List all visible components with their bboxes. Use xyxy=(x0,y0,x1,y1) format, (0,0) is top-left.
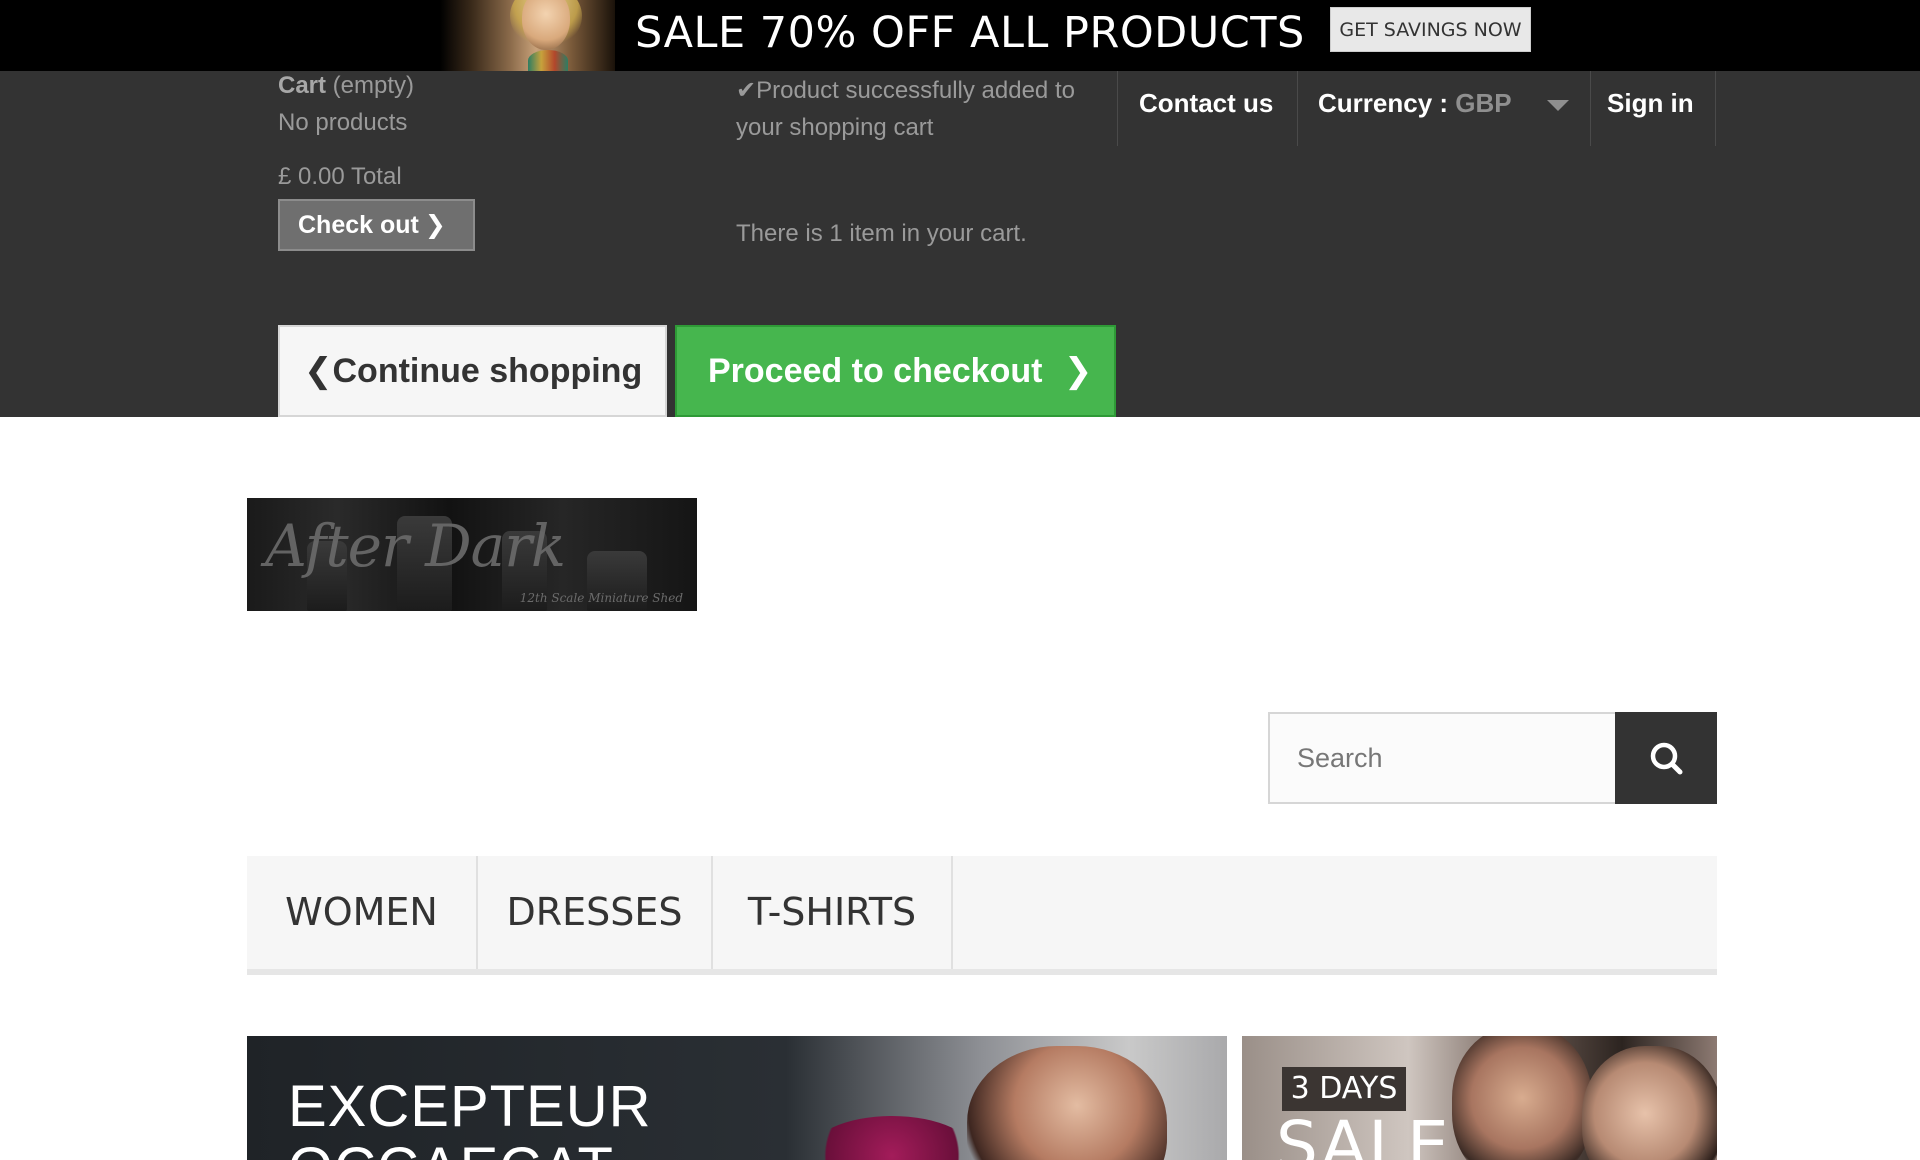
days-badge: 3 DAYS xyxy=(1282,1067,1406,1111)
hero-title: EXCEPTEUR OCCAECAT xyxy=(288,1076,652,1160)
continue-label: Continue shopping xyxy=(332,352,643,390)
cart-no-products: No products xyxy=(278,109,408,136)
promo-title: SALE 70% OFF ALL PRODUCTS xyxy=(635,8,1305,58)
proceed-to-checkout-button[interactable]: Proceed to checkout ❯ xyxy=(675,325,1116,417)
proceed-label: Proceed to checkout xyxy=(708,352,1043,390)
hero-model-garment xyxy=(807,1116,977,1160)
get-savings-button[interactable]: GET SAVINGS NOW xyxy=(1330,7,1531,52)
sign-in-link[interactable]: Sign in xyxy=(1607,88,1694,119)
menu-item-t-shirts[interactable]: T-SHIRTS xyxy=(713,856,951,969)
nav-divider xyxy=(1117,71,1118,146)
chevron-right-icon: ❯ xyxy=(1063,352,1093,390)
nav-divider xyxy=(1590,71,1591,146)
cart-title[interactable]: Cart (empty) xyxy=(278,72,414,100)
menu-item-dresses[interactable]: DRESSES xyxy=(478,856,711,969)
search-button[interactable] xyxy=(1615,712,1717,804)
main-menu: WOMEN DRESSES T-SHIRTS xyxy=(247,856,1717,975)
checkout-label: Check out xyxy=(298,211,419,239)
cart-checkout-button[interactable]: Check out ❯ xyxy=(278,199,475,251)
currency-selector[interactable]: Currency : GBP xyxy=(1318,88,1512,119)
cart-item-count: There is 1 item in your cart. xyxy=(736,220,1027,247)
currency-value: GBP xyxy=(1455,88,1512,118)
side-sale-text: SALE xyxy=(1276,1107,1451,1160)
search-icon xyxy=(1650,742,1683,775)
side-promo-woman-image xyxy=(1582,1046,1717,1160)
side-promo-banner[interactable]: 3 DAYS SALE xyxy=(1242,1036,1717,1160)
nav-divider xyxy=(1297,71,1298,146)
side-promo-man-image xyxy=(1452,1036,1592,1160)
promo-banner[interactable]: SALE 70% OFF ALL PRODUCTS GET SAVINGS NO… xyxy=(0,0,1920,71)
search-input[interactable] xyxy=(1268,712,1616,804)
logo-subtext: 12th Scale Miniature Shed xyxy=(519,591,683,605)
cart-total: £ 0.00 Total xyxy=(278,163,402,190)
hero-title-line-2: OCCAECAT xyxy=(288,1138,652,1160)
promo-model-image xyxy=(440,0,615,71)
hero-title-line-1: EXCEPTEUR xyxy=(288,1074,652,1139)
menu-divider xyxy=(951,856,953,969)
cart-label: Cart xyxy=(278,72,327,99)
currency-label: Currency : xyxy=(1318,88,1449,118)
contact-us-link[interactable]: Contact us xyxy=(1139,88,1273,119)
added-to-cart-message: ✔Product successfully added to your shop… xyxy=(736,72,1116,146)
caret-down-icon[interactable] xyxy=(1547,100,1569,111)
logo-text: After Dark xyxy=(265,512,566,580)
promo-model-necklace xyxy=(528,50,568,71)
check-icon: ✔ xyxy=(736,77,757,104)
continue-shopping-button[interactable]: ❮Continue shopping xyxy=(278,325,667,417)
hero-slider-banner[interactable]: EXCEPTEUR OCCAECAT xyxy=(247,1036,1227,1160)
hero-model-image xyxy=(967,1046,1167,1160)
cart-state: (empty) xyxy=(326,72,415,99)
store-logo[interactable]: After Dark 12th Scale Miniature Shed xyxy=(247,498,697,611)
nav-divider xyxy=(1715,71,1716,146)
menu-item-women[interactable]: WOMEN xyxy=(247,856,476,969)
added-message-text: Product successfully added to your shopp… xyxy=(736,77,1075,141)
chevron-left-icon: ❮ xyxy=(304,352,333,390)
chevron-right-icon: ❯ xyxy=(424,211,446,239)
